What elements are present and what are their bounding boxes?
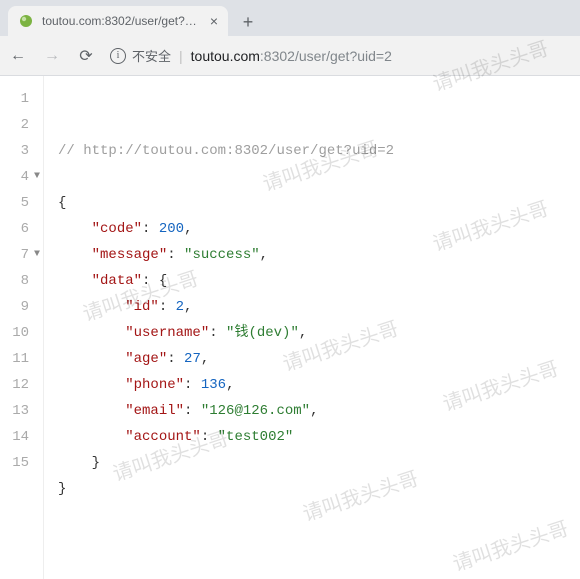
line-number: 14 bbox=[0, 424, 39, 450]
line-number: 3 bbox=[0, 138, 39, 164]
fold-icon[interactable]: ▼ bbox=[34, 164, 40, 190]
line-number: 13 bbox=[0, 398, 39, 424]
line-number: 6 bbox=[0, 216, 39, 242]
info-icon: i bbox=[110, 48, 126, 64]
address-bar[interactable]: i 不安全 | toutou.com:8302/user/get?uid=2 bbox=[110, 42, 572, 70]
code-line: "code": 200, bbox=[58, 221, 192, 237]
line-number: 15 bbox=[0, 450, 39, 476]
code-line: "data": { bbox=[58, 273, 167, 289]
code-line: } bbox=[58, 481, 66, 497]
forward-icon: → bbox=[42, 47, 62, 65]
code-line: "email": "126@126.com", bbox=[58, 403, 318, 419]
favicon-icon bbox=[18, 13, 34, 29]
code-line: { bbox=[58, 195, 66, 211]
line-number: 8 bbox=[0, 268, 39, 294]
code-content[interactable]: // http://toutou.com:8302/user/get?uid=2… bbox=[44, 76, 394, 579]
browser-tab[interactable]: toutou.com:8302/user/get?uid=2 × bbox=[8, 6, 228, 36]
code-line bbox=[58, 169, 66, 185]
line-number: 12 bbox=[0, 372, 39, 398]
code-line bbox=[58, 117, 66, 133]
code-line: "age": 27, bbox=[58, 351, 209, 367]
code-line: // http://toutou.com:8302/user/get?uid=2 bbox=[58, 143, 394, 159]
new-tab-button[interactable]: + bbox=[234, 8, 262, 36]
line-number: 1 bbox=[0, 86, 39, 112]
code-line: "message": "success", bbox=[58, 247, 268, 263]
code-line: "username": "钱(dev)", bbox=[58, 325, 307, 341]
code-line: "account": "test002" bbox=[58, 429, 293, 445]
code-line: "id": 2, bbox=[58, 299, 192, 315]
fold-icon[interactable]: ▼ bbox=[34, 242, 40, 268]
divider: | bbox=[179, 48, 183, 64]
code-line: } bbox=[58, 455, 100, 471]
tab-title: toutou.com:8302/user/get?uid=2 bbox=[42, 14, 202, 28]
toolbar: ← → ⟳ i 不安全 | toutou.com:8302/user/get?u… bbox=[0, 36, 580, 76]
reload-icon[interactable]: ⟳ bbox=[76, 46, 96, 66]
back-icon[interactable]: ← bbox=[8, 47, 28, 65]
url-text: toutou.com:8302/user/get?uid=2 bbox=[191, 48, 392, 64]
line-gutter: 1 2 3 4▼ 5 6 7▼ 8 9 10 11 12 13 14 15 bbox=[0, 76, 44, 579]
code-line: "phone": 136, bbox=[58, 377, 234, 393]
security-label: 不安全 bbox=[132, 46, 171, 65]
line-number: 10 bbox=[0, 320, 39, 346]
line-number: 7▼ bbox=[0, 242, 39, 268]
close-icon[interactable]: × bbox=[210, 13, 218, 29]
line-number: 9 bbox=[0, 294, 39, 320]
tab-bar: toutou.com:8302/user/get?uid=2 × + bbox=[0, 0, 580, 36]
line-number: 11 bbox=[0, 346, 39, 372]
line-number: 4▼ bbox=[0, 164, 39, 190]
site-info[interactable]: i 不安全 bbox=[110, 46, 171, 65]
line-number: 5 bbox=[0, 190, 39, 216]
line-number: 2 bbox=[0, 112, 39, 138]
json-viewer: 1 2 3 4▼ 5 6 7▼ 8 9 10 11 12 13 14 15 //… bbox=[0, 76, 580, 579]
